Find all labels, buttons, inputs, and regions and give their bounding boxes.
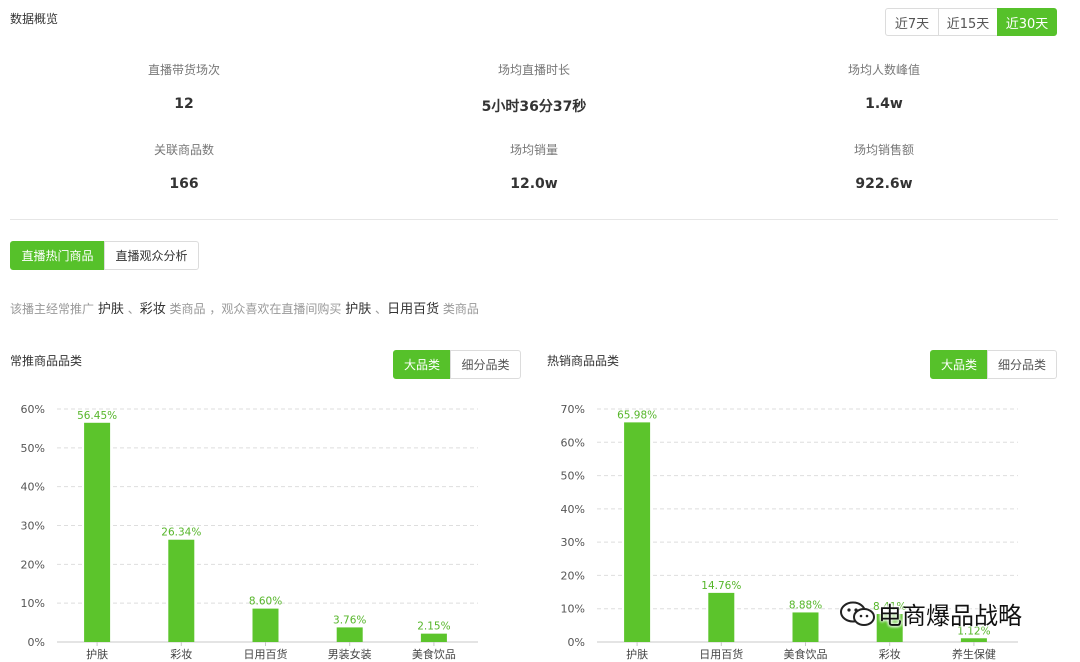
category-tabs-right: 大品类 细分品类 [930,350,1057,379]
x-tick-label: 养生保健 [952,647,996,661]
x-tick-label: 彩妆 [170,648,192,661]
y-tick-label: 0% [568,636,585,649]
y-tick-label: 20% [21,558,45,571]
x-tick-label: 彩妆 [879,648,901,661]
range-tab-15d[interactable]: 近15天 [938,8,998,36]
stat-avg-sales-amount: 场均销售额 922.6w [734,141,1034,192]
summary-promo-category: 彩妆 [139,302,166,317]
stat-value: 1.4w [865,96,903,112]
data-label: 14.76% [701,580,741,592]
x-tick-label: 护肤 [626,647,648,661]
data-label: 26.34% [161,527,201,539]
y-tick-label: 50% [21,442,45,455]
summary-buy-category: 护肤 [345,302,372,317]
stat-label: 场均人数峰值 [847,63,920,77]
stat-value: 5小时36分37秒 [481,99,587,115]
stat-label: 场均销售额 [853,143,914,157]
date-range-tabs: 近7天 近15天 近30天 [885,8,1057,36]
stat-value: 12.0w [510,176,558,192]
y-tick-label: 60% [21,403,45,416]
summary-prefix: 该播主经常推广 [10,302,95,316]
section-divider [10,219,1058,220]
y-tick-label: 40% [21,481,45,494]
tab-hot-products[interactable]: 直播热门商品 [10,241,105,270]
summary-promo-category: 护肤 [97,302,124,317]
bar [420,633,447,642]
y-tick-label: 30% [21,520,45,533]
data-label: 56.45% [77,410,117,422]
minor-category-button[interactable]: 细分品类 [450,350,521,379]
summary-text: 该播主经常推广 护肤 、彩妆 类商品 ，观众喜欢在直播间购买 护肤 、日用百货 … [10,298,479,317]
major-category-button[interactable]: 大品类 [930,350,988,379]
summary-buy-category: 日用百货 [387,302,440,317]
y-tick-label: 0% [28,636,45,649]
stat-avg-sales-volume: 场均销量 12.0w [384,141,684,192]
stat-label: 直播带货场次 [147,63,220,77]
watermark-text: 电商爆品战略 [878,602,1022,630]
summary-separator: 、 [375,302,388,316]
major-category-button[interactable]: 大品类 [393,350,451,379]
wechat-icon [838,600,878,628]
y-tick-label: 30% [561,536,585,549]
stat-label: 场均直播时长 [497,63,570,77]
y-tick-label: 50% [561,470,585,483]
bar [708,592,735,642]
stat-avg-duration: 场均直播时长 5小时36分37秒 [384,61,684,116]
bar [336,627,363,642]
data-label: 2.15% [417,621,450,633]
range-tab-7d[interactable]: 近7天 [885,8,939,36]
x-tick-label: 日用百货 [244,647,288,661]
bar [792,612,819,642]
bar [168,539,195,642]
stat-label: 关联商品数 [153,143,214,157]
summary-separator: 、 [127,302,140,316]
summary-suffix: 类商品 [442,302,479,316]
data-label: 8.60% [249,596,282,608]
y-tick-label: 40% [561,503,585,516]
bar [252,608,279,642]
y-tick-label: 60% [561,436,585,449]
promoted-category-bar-chart: 0% 10% 20% 30% 40% 50% 60% 56.45% 护肤 26.34% 彩妆 8.60… [21,403,478,661]
minor-category-button[interactable]: 细分品类 [987,350,1057,379]
analysis-tabs: 直播热门商品 直播观众分析 [10,241,199,270]
bar [960,638,987,642]
stat-value: 12 [174,96,194,112]
y-tick-label: 10% [21,597,45,610]
y-tick-label: 70% [561,403,585,416]
x-tick-label: 日用百货 [699,647,743,661]
x-tick-label: 男装女装 [328,647,372,661]
stat-avg-peak-viewers: 场均人数峰值 1.4w [734,61,1034,112]
summary-mid: 类商品 ，观众喜欢在直播间购买 [169,302,342,316]
y-tick-label: 20% [561,569,585,582]
x-tick-label: 美食饮品 [412,647,456,661]
data-label: 3.76% [333,614,366,626]
y-tick-label: 10% [561,603,585,616]
chart-title-promoted: 常推商品品类 [10,354,83,368]
data-label: 8.88% [789,599,822,611]
watermark: 电商爆品战略 [838,596,1022,631]
bar [84,422,111,642]
stat-value: 166 [169,176,199,192]
chart-title-bestselling: 热销商品品类 [547,354,620,368]
category-tabs-left: 大品类 细分品类 [393,350,521,379]
x-tick-label: 美食饮品 [784,647,828,661]
tab-audience-analysis[interactable]: 直播观众分析 [104,241,199,270]
data-label: 65.98% [617,409,657,421]
stat-live-sessions: 直播带货场次 12 [34,61,334,112]
range-tab-30d[interactable]: 近30天 [997,8,1057,36]
stat-linked-products: 关联商品数 166 [34,141,334,192]
stat-label: 场均销量 [509,143,558,157]
overview-title: 数据概览 [10,12,59,26]
x-tick-label: 护肤 [86,647,108,661]
stat-value: 922.6w [855,176,913,192]
bar [624,422,651,642]
